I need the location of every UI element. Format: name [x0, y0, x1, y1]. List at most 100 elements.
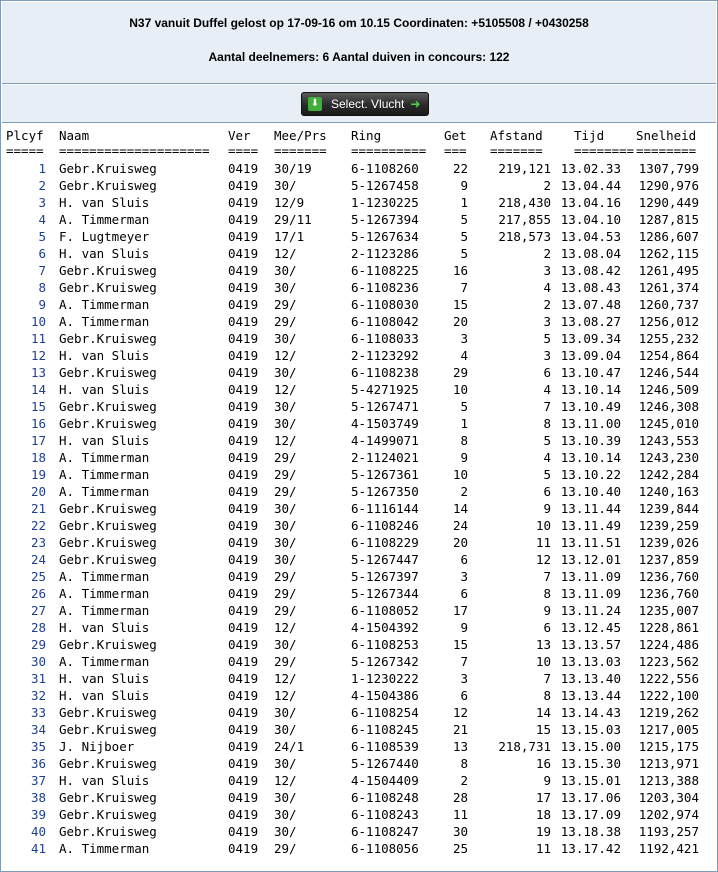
table-row: 23 Gebr.Kruisweg 0419 30/6-1108229 20 11 13.11…: [6, 534, 714, 551]
cell-snelheid: 1260,737: [638, 297, 699, 312]
cell-get: 6: [460, 688, 468, 703]
cell-ring: 6-1108245: [351, 722, 419, 737]
cell-ver: 0419: [228, 739, 259, 754]
cell-afstand: 8: [543, 688, 551, 703]
cell-snelheid: 1287,815: [638, 212, 699, 227]
cell-naam: H. van Sluis: [59, 620, 150, 635]
cell-naam: H. van Sluis: [59, 195, 150, 210]
cell-snelheid: 1290,449: [638, 195, 699, 210]
cell-plcyf: 8: [38, 280, 46, 295]
cell-mee-prs: 30/: [274, 722, 297, 737]
cell-ver: 0419: [228, 722, 259, 737]
table-row: 34 Gebr.Kruisweg 0419 30/6-1108245 21 15 13.15…: [6, 721, 714, 738]
cell-afstand: 13: [535, 637, 551, 652]
cell-ring: 6-1108260: [351, 161, 419, 176]
cell-tijd: 13.11.49: [560, 518, 621, 533]
cell-ver: 0419: [228, 705, 259, 720]
cell-ver: 0419: [228, 161, 259, 176]
cell-ring: 6-1108052: [351, 603, 419, 618]
cell-get: 6: [460, 552, 468, 567]
cell-ring: 5-1267471: [351, 399, 419, 414]
cell-afstand: 16: [535, 756, 551, 771]
cell-afstand: 12: [535, 552, 551, 567]
cell-ring: 4-1503749: [351, 416, 419, 431]
table-row: 5 F. Lugtmeyer 0419 17/1 5-1267634 5 218,573 13…: [6, 228, 714, 245]
cell-plcyf: 29: [30, 637, 46, 652]
table-row: 27 A. Timmerman 0419 29/6-1108052 17 9 13.11.2…: [6, 602, 714, 619]
cell-naam: F. Lugtmeyer: [59, 229, 150, 244]
cell-ver: 0419: [228, 416, 259, 431]
cell-plcyf: 41: [30, 841, 46, 856]
cell-snelheid: 1290,976: [638, 178, 699, 193]
cell-naam: Gebr.Kruisweg: [59, 824, 157, 839]
cell-plcyf: 33: [30, 705, 46, 720]
cell-afstand: 3: [543, 348, 551, 363]
cell-plcyf: 27: [30, 603, 46, 618]
table-row: 13 Gebr.Kruisweg 0419 30/6-1108238 29 6 13.10.…: [6, 364, 714, 381]
cell-plcyf: 34: [30, 722, 46, 737]
cell-ver: 0419: [228, 807, 259, 822]
cell-ver: 0419: [228, 484, 259, 499]
cell-plcyf: 10: [30, 314, 46, 329]
cell-naam: A. Timmerman: [59, 297, 150, 312]
cell-plcyf: 12: [30, 348, 46, 363]
cell-ver: 0419: [228, 246, 259, 261]
cell-ver: 0419: [228, 603, 259, 618]
cell-plcyf: 31: [30, 671, 46, 686]
cell-ring: 2-1123286: [351, 246, 419, 261]
select-flight-button[interactable]: ⬇ Select. Vlucht ➜: [301, 92, 429, 116]
cell-get: 5: [460, 229, 468, 244]
cell-plcyf: 2: [38, 178, 46, 193]
cell-mee-prs: 30/: [274, 501, 297, 516]
cell-ver: 0419: [228, 297, 259, 312]
cell-afstand: 10: [535, 518, 551, 533]
cell-ver: 0419: [228, 756, 259, 771]
cell-mee-prs: 29/: [274, 603, 297, 618]
cell-snelheid: 1192,421: [638, 841, 699, 856]
cell-get: 1: [460, 195, 468, 210]
cell-get: 3: [460, 569, 468, 584]
cell-mee-prs: 30/: [274, 280, 297, 295]
cell-naam: Gebr.Kruisweg: [59, 552, 157, 567]
cell-get: 6: [460, 586, 468, 601]
table-row: 7 Gebr.Kruisweg 0419 30/6-1108225 16 3 13.08.4…: [6, 262, 714, 279]
cell-get: 30: [452, 824, 468, 839]
cell-tijd: 13.10.40: [560, 484, 621, 499]
table-row: 1 Gebr.Kruisweg 0419 30/19 6-1108260 22 219,12…: [6, 160, 714, 177]
cell-tijd: 13.07.48: [560, 297, 621, 312]
cell-afstand: 19: [535, 824, 551, 839]
cell-ring: 6-1108254: [351, 705, 419, 720]
cell-get: 5: [460, 246, 468, 261]
col-header-tijd: Tijd: [574, 128, 605, 143]
cell-naam: Gebr.Kruisweg: [59, 178, 157, 193]
cell-plcyf: 28: [30, 620, 46, 635]
cell-naam: Gebr.Kruisweg: [59, 263, 157, 278]
cell-naam: A. Timmerman: [59, 654, 150, 669]
cell-snelheid: 1235,007: [638, 603, 699, 618]
cell-snelheid: 1243,230: [638, 450, 699, 465]
cell-snelheid: 1245,010: [638, 416, 699, 431]
col-header-get: Get: [444, 128, 467, 143]
cell-tijd: 13.14.43: [560, 705, 621, 720]
cell-afstand: 218,430: [498, 195, 551, 210]
cell-mee-prs: 12/: [274, 773, 297, 788]
cell-ver: 0419: [228, 399, 259, 414]
table-row: 18 A. Timmerman 0419 29/2-1124021 9 4 13.10.14…: [6, 449, 714, 466]
table-row: 35 J. Nijboer 0419 24/1 6-1108539 13 218,731 13…: [6, 738, 714, 755]
cell-get: 29: [452, 365, 468, 380]
table-row: 22 Gebr.Kruisweg 0419 30/6-1108246 24 10 13.11…: [6, 517, 714, 534]
cell-ver: 0419: [228, 382, 259, 397]
flight-info: N37 vanuit Duffel gelost op 17-09-16 om …: [129, 16, 589, 30]
cell-ver: 0419: [228, 450, 259, 465]
cell-get: 7: [460, 280, 468, 295]
cell-ver: 0419: [228, 841, 259, 856]
cell-tijd: 13.13.57: [560, 637, 621, 652]
cell-ver: 0419: [228, 552, 259, 567]
cell-afstand: 6: [543, 484, 551, 499]
cell-naam: H. van Sluis: [59, 433, 150, 448]
cell-get: 16: [452, 263, 468, 278]
cell-get: 3: [460, 671, 468, 686]
cell-afstand: 6: [543, 365, 551, 380]
col-header-ring: Ring: [351, 128, 382, 143]
cell-ver: 0419: [228, 280, 259, 295]
